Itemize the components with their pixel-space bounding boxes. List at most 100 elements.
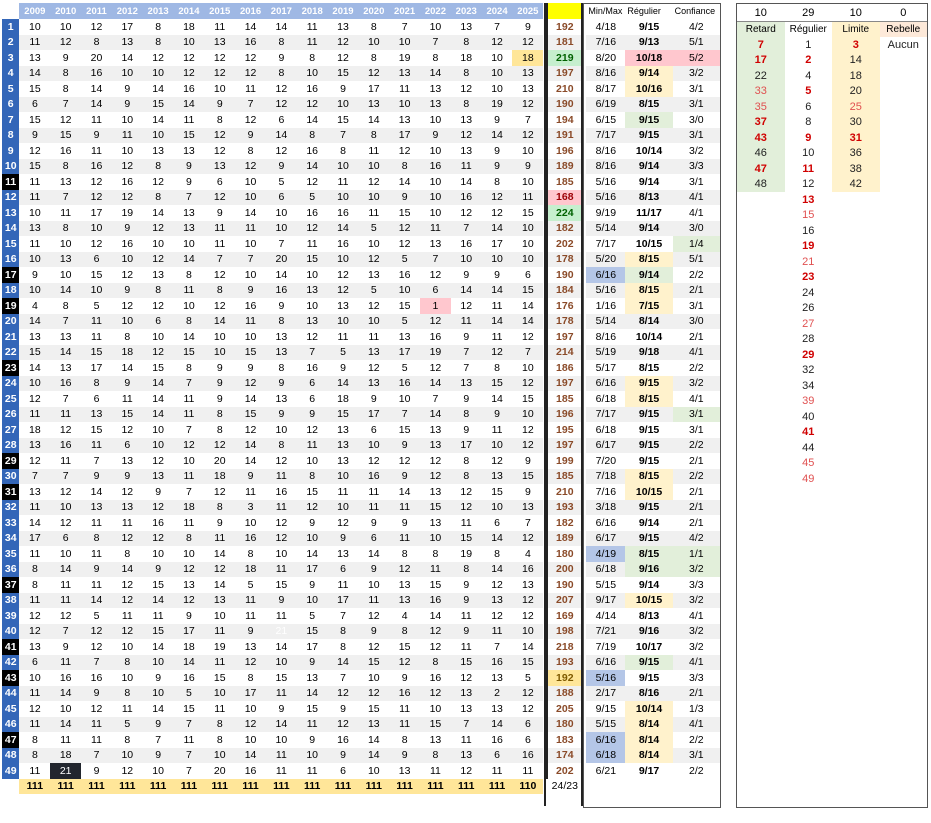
value-cell: 13 — [337, 20, 349, 33]
count-retard: 10 — [737, 4, 785, 22]
value-cell: 9 — [265, 158, 297, 174]
value-cell: 3 — [235, 499, 266, 515]
value-cell: 5 — [327, 344, 359, 360]
value-cell: 14 — [481, 561, 513, 577]
minmax-cell: 4/18 — [595, 20, 617, 33]
table-row: 11 11 13 12 16 12 9 6 10 5 12 11 12 14 10 14 8 10 185 5/16 9… — [2, 174, 720, 190]
value-cell: 13 — [59, 330, 72, 343]
minmax-cell: 6/16 — [586, 267, 626, 283]
row-number: 32 — [2, 499, 20, 515]
value-cell: 16 — [337, 206, 349, 219]
value-cell: 7 — [186, 764, 192, 777]
limite-item — [832, 394, 880, 410]
value-cell: 11 — [81, 437, 112, 453]
value-cell: 11 — [420, 561, 451, 577]
total-cell: 197 — [546, 65, 584, 81]
total-cell: 169 — [546, 608, 584, 624]
value-cell: 10 — [244, 175, 257, 188]
value-cell: 12 — [50, 34, 82, 50]
value-cell: 12 — [142, 220, 174, 236]
row-number: 13 — [2, 205, 20, 221]
value-cell: 12 — [235, 654, 266, 670]
footer-ratio: 24/23 — [547, 778, 583, 794]
minmax-cell: 7/18 — [586, 468, 626, 484]
value-cell: 12 — [111, 158, 143, 174]
value-cell: 10 — [367, 764, 380, 777]
value-cell: 11 — [245, 82, 256, 95]
regulier-cell: 10/14 — [635, 144, 663, 157]
value-cell: 14 — [29, 361, 41, 374]
value-cell: 8 — [389, 623, 421, 639]
value-cell: 5 — [524, 671, 531, 684]
value-cell: 14 — [90, 485, 103, 498]
value-cell: 13 — [337, 423, 349, 436]
value-cell: 13 — [173, 220, 205, 236]
value-cell: 14 — [420, 65, 451, 81]
regulier-cell: 8/14 — [625, 716, 673, 732]
value-cell: 16 — [90, 671, 103, 684]
value-cell: 14 — [244, 454, 257, 467]
value-cell: 10 — [111, 251, 143, 267]
regulier-item: 34 — [802, 379, 815, 392]
value-cell: 11 — [152, 609, 164, 622]
value-cell: 15 — [19, 158, 51, 174]
table-row: 12 11 7 12 12 8 7 12 10 6 5 10 10 9 10 16 12 11 168 5/16 8/1… — [2, 189, 720, 205]
table-row: 40 12 7 12 12 15 17 11 9 21 15 8 9 8 12 9 11 10 198 7/21 9/1… — [2, 623, 720, 639]
value-cell: 16 — [306, 361, 319, 374]
value-cell: 8 — [19, 561, 51, 577]
value-cell: 8 — [50, 158, 82, 174]
footer-count: 111 — [19, 778, 51, 794]
value-cell: 10 — [50, 499, 82, 515]
value-cell: 13 — [512, 499, 544, 515]
value-cell: 15 — [420, 716, 451, 732]
value-cell: 11 — [29, 175, 41, 188]
minmax-cell: 2/17 — [586, 685, 626, 701]
value-cell: 6 — [340, 764, 346, 777]
value-cell: 14 — [213, 547, 226, 560]
value-cell: 12 — [173, 561, 205, 577]
value-cell: 8 — [358, 127, 390, 143]
total-cell: 202 — [546, 236, 584, 252]
value-cell: 8 — [278, 361, 285, 374]
value-cell: 12 — [121, 268, 134, 281]
value-cell: 12 — [367, 454, 380, 467]
retard-item: 33 — [737, 83, 785, 99]
value-cell: 12 — [275, 454, 288, 467]
total-cell: 178 — [546, 313, 584, 329]
retard-item — [737, 425, 785, 441]
regulier-item: 9 — [805, 131, 812, 144]
footer-count: 111 — [420, 778, 451, 794]
total-cell: 191 — [546, 127, 584, 143]
table-row: 14 13 8 10 9 12 13 11 11 10 12 14 5 12 11 7 14 10 182 5/14 9… — [2, 220, 720, 236]
value-cell: 13 — [491, 671, 503, 684]
rebelle-item — [880, 301, 928, 317]
minmax-cell: 7/16 — [595, 485, 617, 498]
row-number: 41 — [2, 639, 20, 655]
row-number: 36 — [2, 561, 20, 577]
value-cell: 9 — [204, 375, 236, 391]
confiance-cell: 3/2 — [672, 561, 720, 577]
value-cell: 12 — [173, 592, 205, 608]
spacer — [625, 778, 673, 794]
minmax-cell: 5/14 — [586, 220, 626, 236]
value-cell: 11 — [60, 733, 72, 746]
table-row: 39 12 12 5 11 11 9 10 11 11 5 7 12 4 14 11 12 12 169 4/14 8/… — [2, 608, 720, 624]
footer-count: 111 — [358, 778, 390, 794]
regulier-item: 6 — [805, 100, 812, 113]
value-cell: 12 — [491, 454, 503, 467]
value-cell: 8 — [186, 268, 192, 281]
retard-item — [737, 316, 785, 332]
retard-item — [737, 394, 785, 410]
minmax-cell: 5/14 — [586, 313, 626, 329]
value-cell: 15 — [235, 406, 266, 422]
value-cell: 14 — [173, 654, 205, 670]
value-cell: 9 — [81, 468, 112, 484]
value-cell: 15 — [29, 113, 41, 126]
value-cell: 14 — [306, 547, 319, 560]
value-cell: 7 — [512, 344, 544, 360]
value-cell: 13 — [111, 34, 143, 50]
value-cell: 6 — [327, 561, 359, 577]
minmax-cell: 7/17 — [586, 406, 626, 422]
table-row: 3 13 9 20 14 12 12 12 12 9 8 12 8 19 8 18 10 18 219 8/20 10/… — [2, 50, 720, 66]
value-cell: 11 — [450, 158, 482, 174]
